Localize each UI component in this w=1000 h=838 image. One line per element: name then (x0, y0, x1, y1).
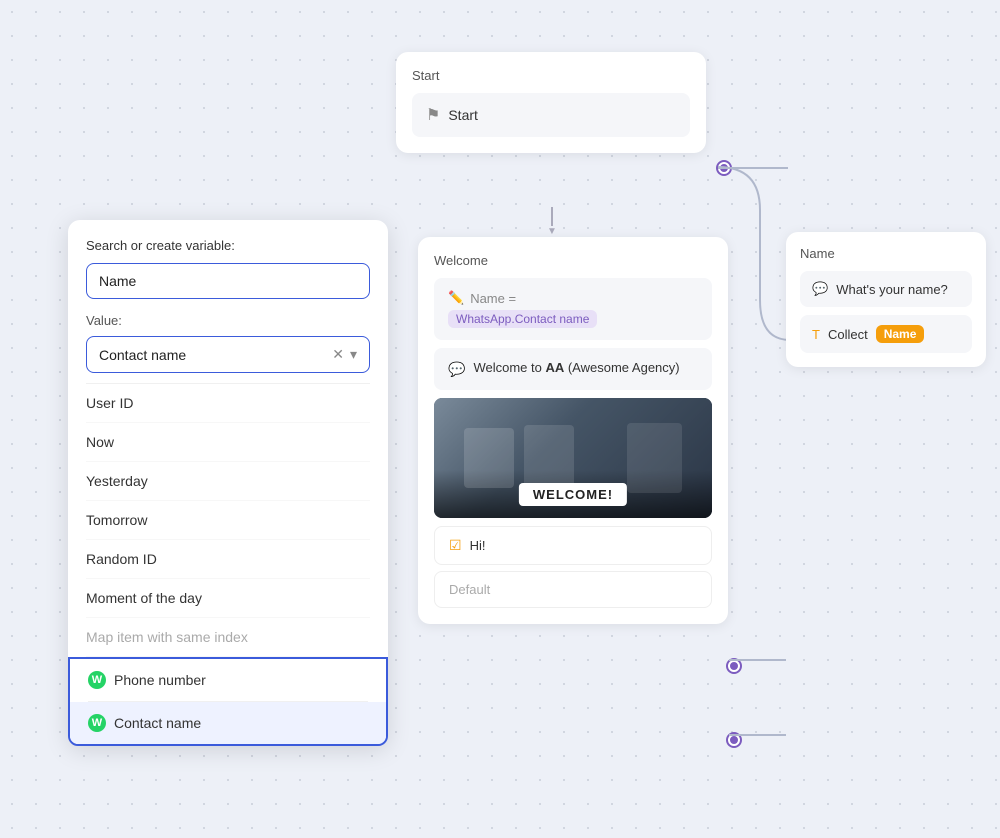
start-node-title: Start (412, 68, 690, 83)
flag-icon: ⚑ (426, 105, 440, 125)
chat-bubble-icon: 💬 (448, 361, 465, 378)
collect-icon: T (812, 327, 820, 342)
connector-dot-1 (728, 660, 740, 672)
checkbox-icon: ☑ (449, 537, 462, 554)
list-item[interactable]: Random ID (86, 540, 370, 579)
list-item[interactable]: Tomorrow (86, 501, 370, 540)
start-inner: ⚑ Start (412, 93, 690, 137)
name-variable-item: ✏️ Name = WhatsApp.Contact name (434, 278, 712, 340)
clear-icon[interactable]: ✕ (332, 346, 344, 363)
value-label: Value: (86, 313, 370, 328)
list-item[interactable]: Moment of the day (86, 579, 370, 618)
name-node: Name 💬 What's your name? T Collect Name (786, 232, 986, 367)
connector-dot-2 (728, 734, 740, 746)
list-item[interactable]: Map item with same index (86, 618, 370, 657)
welcome-image: 🖼 WELCOME! (434, 398, 712, 518)
name-node-title: Name (800, 246, 972, 261)
down-arrow (551, 207, 553, 237)
default-item: Default (434, 571, 712, 608)
hi-text: Hi! (470, 538, 486, 553)
list-item[interactable]: Yesterday (86, 462, 370, 501)
list-item[interactable]: User ID (86, 384, 370, 423)
welcome-node: Welcome ✏️ Name = WhatsApp.Contact name … (418, 237, 728, 624)
whatsapp-icon: W (88, 671, 106, 689)
collect-label: Collect (828, 327, 868, 342)
whatsapp-contact-tag: WhatsApp.Contact name (448, 310, 597, 328)
right-connector-line (718, 167, 788, 169)
start-node: Start ⚑ Start (396, 52, 706, 153)
name-prefix: Name = (470, 291, 516, 306)
hi-item: ☑ Hi! (434, 526, 712, 565)
chevron-down-icon[interactable]: ▾ (350, 346, 357, 363)
contact-name-label: Contact name (114, 715, 201, 731)
start-label: Start (448, 107, 478, 123)
whatsapp-section: W Phone number W Contact name (68, 657, 388, 746)
name-row: ✏️ Name = (448, 290, 698, 306)
whatsapp-phone-item[interactable]: W Phone number (88, 659, 368, 702)
image-content: WELCOME! (434, 398, 712, 518)
welcome-text-item: 💬 Welcome to AA (Awesome Agency) (434, 348, 712, 390)
collect-badge: Name (876, 325, 925, 343)
default-text: Default (449, 582, 490, 597)
welcome-title: Welcome (434, 253, 712, 268)
value-select[interactable]: Contact name ✕ ▾ (86, 336, 370, 373)
select-actions: ✕ ▾ (332, 346, 357, 363)
search-label: Search or create variable: (86, 238, 370, 253)
collect-item: T Collect Name (800, 315, 972, 353)
search-input[interactable] (86, 263, 370, 299)
whatsapp-contact-item[interactable]: W Contact name (70, 702, 386, 744)
welcome-text: Welcome to AA (Awesome Agency) (473, 360, 679, 375)
phone-number-label: Phone number (114, 672, 206, 688)
whatsapp-icon: W (88, 714, 106, 732)
name-message-item: 💬 What's your name? (800, 271, 972, 307)
name-message: What's your name? (836, 282, 948, 297)
welcome-banner: WELCOME! (519, 483, 627, 506)
message-icon: 💬 (812, 281, 828, 297)
list-item[interactable]: Now (86, 423, 370, 462)
canvas: Start ⚑ Start Welcome ✏️ Name = WhatsApp… (0, 0, 1000, 838)
image-inner: 🖼 WELCOME! (434, 398, 712, 518)
dropdown-list: User ID Now Yesterday Tomorrow Random ID… (86, 383, 370, 657)
pencil-icon: ✏️ (448, 290, 464, 306)
select-current-value: Contact name (99, 347, 332, 363)
dropdown-panel: Search or create variable: Value: Contac… (68, 220, 388, 746)
